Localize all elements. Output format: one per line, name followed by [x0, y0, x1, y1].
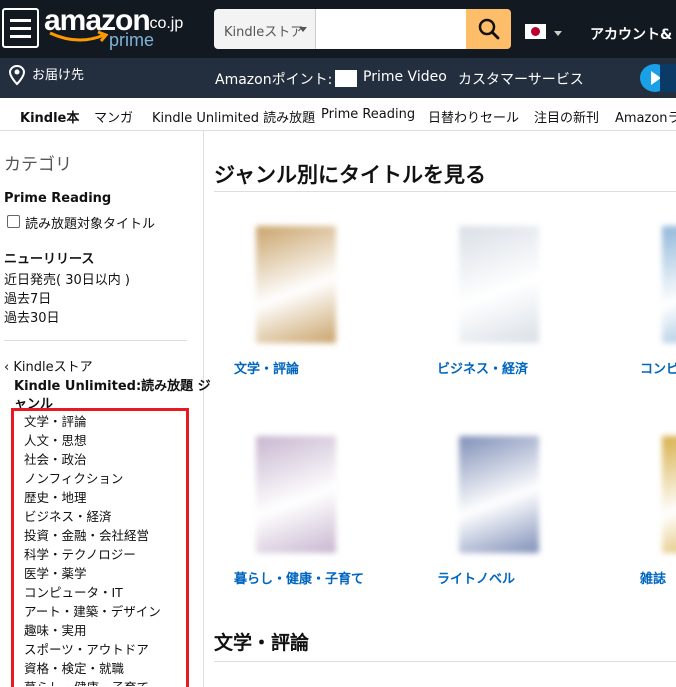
hamburger-menu-button[interactable]	[2, 8, 39, 48]
book-cover-image[interactable]	[256, 226, 336, 343]
search-category-select[interactable]: Kindleストア	[214, 9, 316, 49]
prime-video-link[interactable]: Prime Video	[363, 69, 447, 85]
genre-tile-label[interactable]: 雑誌	[640, 568, 666, 587]
genre-tile-label[interactable]: ライトノベル	[437, 568, 515, 587]
genre-tile-label[interactable]: 暮らし・健康・子育て	[234, 568, 364, 587]
kindle-category-nav: Kindle本 マンガ Kindle Unlimited 読み放題 Prime …	[0, 98, 676, 131]
new-release-30days[interactable]: 過去30日	[4, 307, 60, 326]
menu-bar-icon	[10, 26, 31, 30]
points-label: Amazonポイント:	[215, 72, 333, 88]
genre-tile[interactable]: 暮らし・健康・子育て	[234, 436, 434, 626]
search-input[interactable]	[316, 9, 466, 49]
new-release-heading: ニューリリース	[4, 252, 95, 267]
kindle-store-back-link[interactable]: ‹ Kindleストア	[4, 356, 93, 375]
genre-tile-label[interactable]: コンピ	[640, 358, 676, 377]
catnav-item-amazon-more[interactable]: Amazonラ	[615, 107, 676, 126]
genre-tile[interactable]: コンピ	[640, 226, 676, 416]
chevron-down-icon	[299, 27, 307, 32]
sub-navigation: お届け先 Amazonポイント: Prime Video カスタマーサービス	[0, 58, 676, 98]
new-release-7days[interactable]: 過去7日	[4, 288, 51, 307]
top-header: amazon .co.jp prime Kindleストア アカウント&	[0, 0, 676, 58]
left-sidebar: カテゴリ Prime Reading 読み放題対象タイトル ニューリリース 近日…	[0, 131, 211, 687]
promo-banner-edge[interactable]	[660, 64, 676, 92]
logo-smile-icon	[49, 30, 109, 42]
menu-bar-icon	[10, 34, 31, 38]
kindle-store-label: Kindleストア	[13, 360, 93, 375]
genre-tile-label[interactable]: 文学・評論	[234, 358, 299, 377]
section-heading: 文学・評論	[214, 632, 310, 654]
unlimited-genre-heading-line1: Kindle Unlimited:読み放題 ジ	[14, 379, 211, 394]
chevron-left-icon: ‹	[4, 360, 14, 375]
catnav-item-manga[interactable]: マンガ	[94, 107, 133, 126]
highlight-annotation-box	[11, 408, 189, 687]
catnav-item-new-releases[interactable]: 注目の新刊	[534, 107, 599, 126]
genre-tile-label[interactable]: ビジネス・経済	[437, 358, 528, 377]
genre-tile[interactable]: 文学・評論	[234, 226, 434, 416]
sidebar-divider	[4, 340, 187, 341]
catnav-item-kindle-unlimited[interactable]: Kindle Unlimited 読み放題	[152, 107, 315, 126]
catnav-item-prime-reading[interactable]: Prime Reading	[321, 107, 415, 122]
amazon-logo[interactable]: amazon .co.jp prime	[44, 4, 194, 50]
customer-service-link[interactable]: カスタマーサービス	[458, 69, 584, 89]
new-release-upcoming[interactable]: 近日発売( 30日以内 )	[4, 269, 130, 288]
catnav-item-daily-deals[interactable]: 日替わりセール	[428, 107, 519, 126]
points-value-box	[335, 70, 358, 87]
location-pin-icon	[8, 64, 26, 86]
book-cover-image[interactable]	[662, 226, 676, 343]
deliver-label: お届け先	[32, 68, 85, 83]
prime-reading-heading: Prime Reading	[4, 191, 112, 206]
title-divider	[214, 191, 676, 192]
menu-bar-icon	[10, 18, 31, 22]
section-divider	[214, 661, 676, 662]
prime-reading-option[interactable]: 読み放題対象タイトル	[25, 213, 155, 232]
main-content: ジャンル別にタイトルを見る 文学・評論 ビジネス・経済 コンピ 暮らし・健康・子…	[205, 131, 676, 687]
book-cover-image[interactable]	[662, 436, 676, 553]
genre-tile[interactable]: 雑誌	[640, 436, 676, 626]
logo-prime: prime	[109, 30, 155, 50]
page-title: ジャンル別にタイトルを見る	[214, 163, 486, 187]
search-icon	[478, 18, 499, 40]
search-category-label: Kindleストア	[224, 25, 304, 40]
catnav-item-kindle-books[interactable]: Kindle本	[20, 107, 79, 126]
amazon-points-link[interactable]: Amazonポイント:	[215, 69, 358, 89]
book-cover-image[interactable]	[459, 226, 539, 343]
book-cover-image[interactable]	[459, 436, 539, 553]
sidebar-title: カテゴリ	[4, 155, 72, 175]
chevron-down-icon[interactable]	[554, 31, 562, 36]
delivery-location[interactable]: お届け先	[8, 64, 84, 86]
search-button[interactable]	[466, 9, 511, 49]
genre-tile[interactable]: ビジネス・経済	[437, 226, 637, 416]
japan-flag-icon[interactable]	[525, 24, 546, 39]
book-cover-image[interactable]	[256, 436, 336, 553]
prime-reading-checkbox[interactable]	[7, 215, 20, 228]
genre-tile[interactable]: ライトノベル	[437, 436, 637, 626]
account-menu[interactable]: アカウント&	[590, 24, 672, 44]
